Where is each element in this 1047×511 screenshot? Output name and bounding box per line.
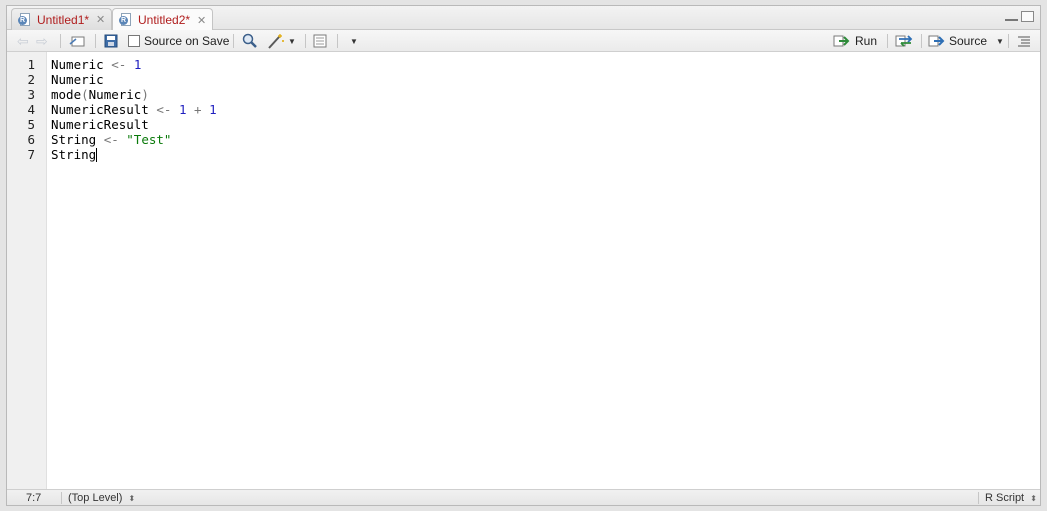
code-line[interactable]: Numeric [51,72,104,87]
source-on-save-label: Source on Save [144,34,230,48]
document-outline-button[interactable] [1017,33,1031,49]
code-token: NumericResult [51,117,149,132]
r-script-icon: R [18,12,32,27]
editor-toolbar: ⇦ ⇨ Source on Save ▼ ▼ Run Source ▼ [7,30,1040,52]
code-token: ( [81,87,89,102]
r-script-icon: R [119,13,133,27]
line-number: 4 [27,102,35,117]
code-token: 1 [133,57,142,72]
dropdown-caret-icon[interactable]: ▼ [996,37,1004,46]
file-type-label: R Script [985,492,1025,504]
source-button[interactable]: Source ▼ [928,33,1004,49]
line-number: 3 [27,87,35,102]
source-label: Source [949,34,988,48]
tab-label: Untitled2* [138,13,191,27]
close-icon[interactable]: ✕ [197,14,206,27]
outline-icon [1018,36,1030,47]
code-token: mode [51,87,82,102]
scope-label: (Top Level) [68,492,123,504]
forward-button[interactable]: ⇨ [36,33,48,49]
file-type-selector[interactable]: R Script ⬍ [985,491,1037,506]
scope-selector[interactable]: (Top Level) ⬍ [68,491,135,506]
magic-wand-icon [268,34,284,49]
code-line[interactable]: String [51,147,98,162]
line-number: 1 [27,57,35,72]
more-options-button[interactable]: ▼ [347,33,358,49]
code-line[interactable]: NumericResult <- 1 + 1 [51,102,217,117]
run-label: Run [855,34,878,48]
save-icon [104,34,118,48]
code-token: Numeric [51,72,104,87]
back-arrow-icon: ⇦ [17,32,29,49]
code-token: <- [111,57,127,72]
save-button[interactable] [104,33,118,49]
source-on-save-checkbox[interactable] [128,35,140,47]
status-bar: 7:7 (Top Level) ⬍ R Script ⬍ [7,489,1040,505]
line-number-gutter: 1 2 3 4 5 6 7 [7,52,47,489]
window-controls [1005,11,1034,22]
code-token: String [51,147,97,162]
forward-arrow-icon: ⇨ [36,32,48,49]
code-token: NumericResult [51,102,157,117]
line-number: 2 [27,72,35,87]
popout-icon [69,36,85,47]
code-tools-button[interactable]: ▼ [267,33,296,49]
rerun-button[interactable] [895,33,915,49]
run-icon [833,35,850,47]
source-icon [928,35,945,47]
code-line[interactable]: Numeric <- 1 [51,57,141,72]
code-token: "Test" [126,132,172,147]
show-in-window-button[interactable] [69,33,87,49]
code-token: <- [103,132,119,147]
updown-icon: ⬍ [128,494,136,503]
back-button[interactable]: ⇦ [17,33,29,49]
text-cursor [96,148,98,162]
code-token: <- [156,102,172,117]
close-icon[interactable]: ✕ [96,13,105,26]
source-pane: R Untitled1* ✕ R Untitled2* ✕ ⇦ ⇨ Source… [6,5,1041,506]
minimize-button[interactable] [1005,11,1018,21]
run-button[interactable]: Run [833,33,877,49]
tab-untitled1[interactable]: R Untitled1* ✕ [11,8,113,30]
line-number: 7 [27,147,35,162]
code-token: Numeric [51,57,112,72]
tab-untitled2[interactable]: R Untitled2* ✕ [112,8,214,31]
line-number: 6 [27,132,35,147]
code-token: String [51,132,104,147]
maximize-button[interactable] [1021,11,1034,22]
code-token: ) [141,87,149,102]
find-replace-button[interactable] [242,33,258,49]
notebook-icon [313,34,327,48]
cursor-position: 7:7 [26,492,42,504]
code-editor[interactable]: 1 2 3 4 5 6 7 Numeric <- 1 Numeric mode(… [7,52,1040,489]
tab-label: Untitled1* [37,12,90,27]
code-token: + [194,102,202,117]
code-line[interactable]: String <- "Test" [51,132,171,147]
magnifier-icon [242,33,257,48]
compile-report-button[interactable] [312,33,328,49]
updown-icon: ⬍ [1030,494,1037,503]
source-on-save-toggle[interactable]: Source on Save [128,33,229,49]
code-token: Numeric [88,87,142,102]
code-token: 1 [209,102,217,117]
dropdown-caret-icon: ▼ [350,36,358,46]
dropdown-caret-icon: ▼ [288,36,296,46]
rerun-icon [895,35,913,47]
code-line[interactable]: mode(Numeric) [51,87,149,102]
code-line[interactable]: NumericResult [51,117,149,132]
tab-bar: R Untitled1* ✕ R Untitled2* ✕ [7,6,1040,31]
line-number: 5 [27,117,35,132]
